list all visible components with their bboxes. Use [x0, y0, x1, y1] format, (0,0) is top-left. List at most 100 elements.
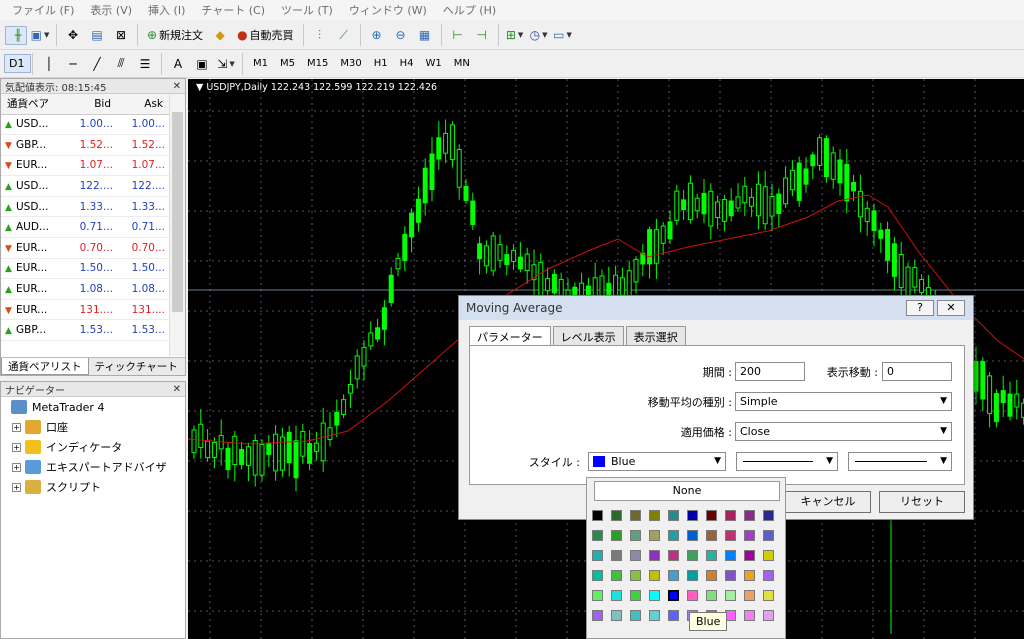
- color-swatch[interactable]: [611, 570, 622, 581]
- table-row[interactable]: ▲ AUD... 0.71... 0.71...: [1, 216, 169, 239]
- color-swatch[interactable]: [611, 610, 622, 621]
- tab-levels[interactable]: レベル表示: [552, 326, 624, 347]
- color-swatch[interactable]: [649, 530, 660, 541]
- color-swatch[interactable]: [744, 610, 755, 621]
- color-swatch[interactable]: [611, 530, 622, 541]
- color-swatch[interactable]: [649, 570, 660, 581]
- timeframe-m1[interactable]: M1: [247, 54, 274, 74]
- timeframe-h4[interactable]: H4: [394, 54, 420, 74]
- column-header-symbol[interactable]: 通貨ペア: [1, 94, 65, 115]
- color-swatch[interactable]: [725, 590, 736, 601]
- fibonacci-button[interactable]: ☰: [134, 53, 156, 75]
- color-swatch[interactable]: [630, 590, 641, 601]
- color-swatch[interactable]: [649, 550, 660, 561]
- line-chart-button[interactable]: ⟋: [333, 24, 355, 46]
- color-swatch[interactable]: [687, 530, 698, 541]
- color-swatch[interactable]: [725, 530, 736, 541]
- data-window-button[interactable]: ✥: [62, 24, 84, 46]
- periods-button[interactable]: ◷ ▼: [528, 24, 550, 46]
- menu-tools[interactable]: ツール (T): [273, 2, 341, 18]
- dialog-title-bar[interactable]: Moving Average: [459, 296, 973, 320]
- color-swatch[interactable]: [649, 610, 660, 621]
- timeframe-h1[interactable]: H1: [368, 54, 394, 74]
- text-label-button[interactable]: ▣: [191, 53, 213, 75]
- color-swatch[interactable]: [630, 530, 641, 541]
- horizontal-line-button[interactable]: ─: [62, 53, 84, 75]
- color-swatch[interactable]: [592, 510, 603, 521]
- color-swatch[interactable]: [649, 510, 660, 521]
- auto-trading-button[interactable]: ● 自動売買: [233, 24, 297, 46]
- scrollbar-thumb[interactable]: [172, 112, 183, 312]
- terminal-button[interactable]: ▤: [86, 24, 108, 46]
- color-swatch[interactable]: [668, 550, 679, 561]
- tab-symbols[interactable]: 通貨ペアリスト: [1, 358, 89, 375]
- color-swatch[interactable]: [763, 510, 774, 521]
- templates-button[interactable]: ▭ ▼: [552, 24, 574, 46]
- color-swatch[interactable]: [763, 550, 774, 561]
- trendline-button[interactable]: ╱: [86, 53, 108, 75]
- color-swatch[interactable]: [687, 510, 698, 521]
- style-color-select[interactable]: Blue ▼: [588, 452, 726, 471]
- color-swatch[interactable]: [687, 550, 698, 561]
- color-swatch[interactable]: [725, 510, 736, 521]
- column-header-bid[interactable]: Bid: [65, 94, 117, 115]
- color-swatch[interactable]: [706, 570, 717, 581]
- expand-icon[interactable]: +: [12, 462, 21, 472]
- column-header-ask[interactable]: Ask: [117, 94, 169, 115]
- color-swatch[interactable]: [611, 590, 622, 601]
- tab-visualization[interactable]: 表示選択: [625, 326, 686, 347]
- color-swatch[interactable]: [630, 510, 641, 521]
- menu-help[interactable]: ヘルプ (H): [435, 2, 504, 18]
- menu-insert[interactable]: 挿入 (I): [140, 2, 193, 18]
- style-line-select[interactable]: ▼: [736, 452, 838, 471]
- color-swatch[interactable]: [744, 590, 755, 601]
- color-swatch[interactable]: [706, 590, 717, 601]
- tab-tick-chart[interactable]: ティックチャート: [89, 358, 184, 375]
- navigator-item-indicators[interactable]: + インディケータ: [1, 437, 185, 457]
- color-swatch[interactable]: [668, 530, 679, 541]
- color-swatch[interactable]: [592, 530, 603, 541]
- color-swatch[interactable]: [744, 570, 755, 581]
- table-row[interactable]: ▼ EUR... 131.... 131....: [1, 299, 169, 321]
- color-swatch[interactable]: [630, 570, 641, 581]
- new-order-button[interactable]: ⊕ 新規注文: [143, 24, 207, 46]
- navigator-item-experts[interactable]: + エキスパートアドバイザ: [1, 457, 185, 477]
- table-row[interactable]: ▲ USD... 122.... 122....: [1, 175, 169, 197]
- close-button[interactable]: ✕: [937, 300, 965, 316]
- timeframe-mn[interactable]: MN: [448, 54, 476, 74]
- text-button[interactable]: A: [167, 53, 189, 75]
- table-row[interactable]: ▼ GBP... 1.52... 1.52...: [1, 134, 169, 156]
- table-row[interactable]: ▲ EUR... 1.08... 1.08...: [1, 278, 169, 300]
- color-swatch[interactable]: [668, 570, 679, 581]
- table-row[interactable]: ▼ EUR... 0.70... 0.70...: [1, 237, 169, 259]
- candlestick-button[interactable]: ╫: [5, 25, 27, 45]
- help-button[interactable]: ?: [906, 300, 934, 316]
- color-swatch[interactable]: [668, 590, 679, 601]
- shift-input[interactable]: 0: [882, 362, 952, 381]
- color-swatch[interactable]: [668, 610, 679, 621]
- color-swatch[interactable]: [706, 550, 717, 561]
- navigator-item-accounts[interactable]: + 口座: [1, 417, 185, 437]
- zoom-out-button[interactable]: ⊖: [390, 24, 412, 46]
- ma-method-select[interactable]: Simple ▼: [735, 392, 952, 411]
- color-swatch[interactable]: [744, 550, 755, 561]
- vertical-line-button[interactable]: │: [38, 53, 60, 75]
- menu-file[interactable]: ファイル (F): [4, 2, 82, 18]
- close-icon[interactable]: ✕: [173, 81, 181, 92]
- profiles-button[interactable]: ▣ ▼: [29, 24, 51, 46]
- color-swatch[interactable]: [630, 550, 641, 561]
- arrows-button[interactable]: ⇲ ▼: [215, 53, 237, 75]
- timeframe-m30[interactable]: M30: [334, 54, 367, 74]
- timeframe-m15[interactable]: M15: [301, 54, 334, 74]
- cancel-button[interactable]: キャンセル: [785, 491, 871, 513]
- tile-windows-button[interactable]: ▦: [414, 24, 436, 46]
- color-swatch[interactable]: [706, 510, 717, 521]
- table-row[interactable]: ▲ GBP... 1.53... 1.53...: [1, 319, 169, 342]
- color-swatch[interactable]: [687, 570, 698, 581]
- color-swatch[interactable]: [611, 550, 622, 561]
- color-swatch[interactable]: [630, 610, 641, 621]
- expand-icon[interactable]: +: [12, 442, 21, 452]
- table-row[interactable]: ▲ EUR... 1.50... 1.50...: [1, 258, 169, 280]
- color-swatch[interactable]: [744, 530, 755, 541]
- menu-view[interactable]: 表示 (V): [82, 2, 140, 18]
